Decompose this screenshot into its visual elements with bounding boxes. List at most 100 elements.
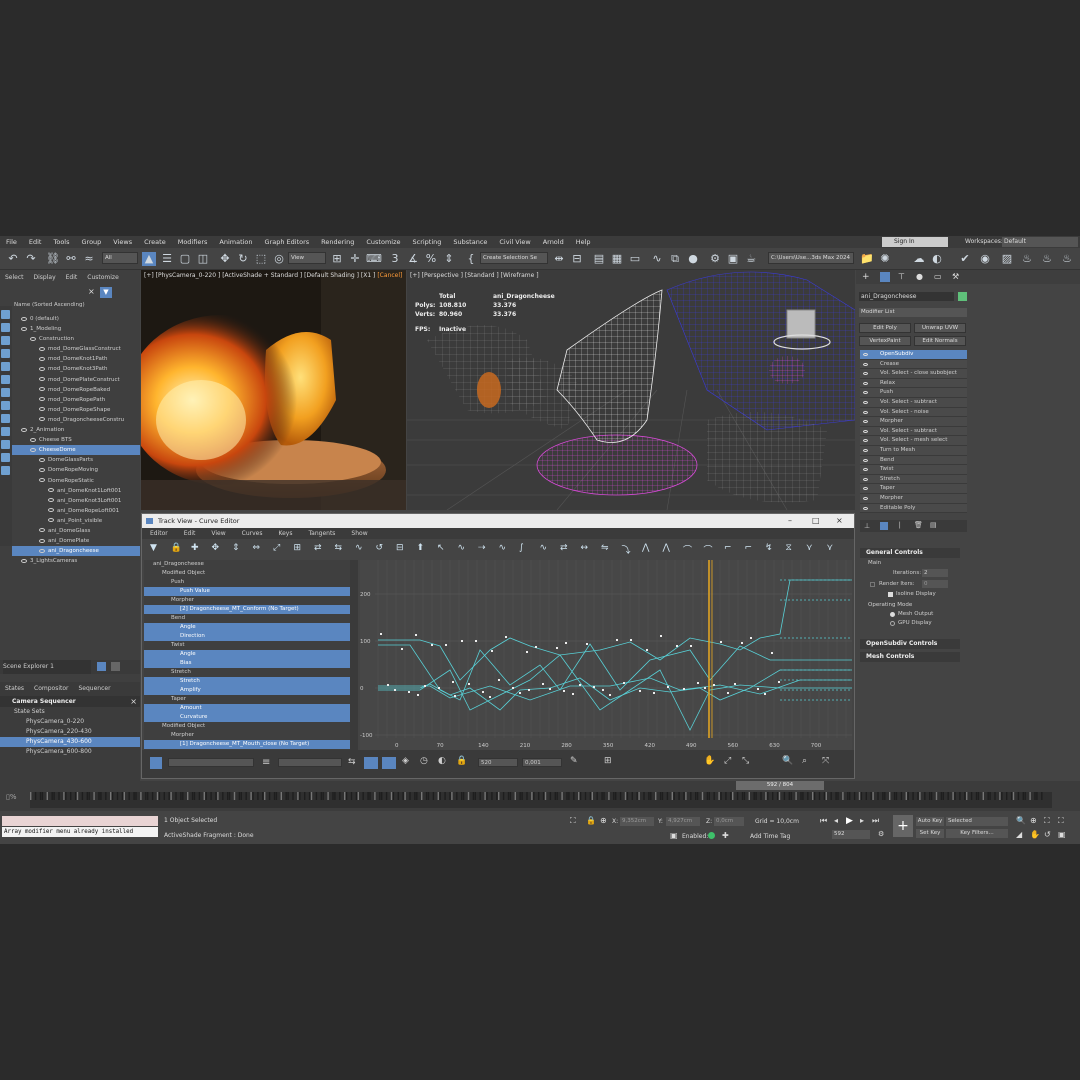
curve-tool-icon[interactable]: ⌒ <box>704 543 713 556</box>
track-key[interactable] <box>685 792 687 800</box>
selection-lock-icon[interactable]: 🔒 <box>586 816 596 825</box>
motion-tab-icon[interactable]: ● <box>916 272 923 281</box>
modifier-list-dropdown[interactable]: Modifier List <box>859 308 967 317</box>
track-key[interactable] <box>561 792 563 800</box>
track-key[interactable] <box>53 792 55 800</box>
track-key[interactable] <box>1029 792 1031 800</box>
track-key[interactable] <box>659 792 662 800</box>
track-key[interactable] <box>521 792 523 800</box>
track-key[interactable] <box>496 792 498 800</box>
visibility-eye-icon[interactable] <box>39 377 45 382</box>
track-key[interactable] <box>390 792 393 800</box>
key-point[interactable] <box>623 682 625 684</box>
track-key[interactable] <box>690 792 692 800</box>
track-key[interactable] <box>930 792 933 800</box>
key-point[interactable] <box>445 644 447 646</box>
track-key[interactable] <box>706 792 709 800</box>
track-key[interactable] <box>46 792 48 800</box>
track-key[interactable] <box>626 792 629 800</box>
track-key[interactable] <box>889 792 891 800</box>
modifier-stack-item[interactable]: Editable Poly <box>860 503 967 514</box>
key-point[interactable] <box>475 640 477 642</box>
configure-modifier-sets-icon[interactable]: ▤ <box>930 521 937 529</box>
track-key[interactable] <box>275 792 278 800</box>
modifier-stack-item[interactable]: Bend <box>860 455 967 466</box>
sequencer-tab-states[interactable]: States <box>0 685 29 692</box>
schematic-view-icon[interactable]: ⧉ <box>668 252 682 266</box>
track-key[interactable] <box>919 792 921 800</box>
curve-tool-icon[interactable]: ⊞ <box>294 543 302 553</box>
track-key[interactable] <box>268 792 271 800</box>
create-tab-icon[interactable]: + <box>862 272 870 282</box>
track-key[interactable] <box>404 792 406 800</box>
visibility-eye-icon[interactable] <box>48 488 54 493</box>
reference-coordinate-dropdown[interactable]: View <box>288 252 326 264</box>
maximize-icon[interactable]: □ <box>812 514 820 528</box>
track-key[interactable] <box>156 792 159 800</box>
controller-track[interactable]: Angle <box>144 650 350 659</box>
track-key[interactable] <box>959 792 961 800</box>
track-key[interactable] <box>884 792 886 800</box>
track-key[interactable] <box>74 792 77 800</box>
key-point[interactable] <box>630 639 632 641</box>
track-key[interactable] <box>825 792 827 800</box>
visibility-eye-icon[interactable] <box>48 508 54 513</box>
track-key[interactable] <box>579 792 582 800</box>
project-folder-icon[interactable]: 📁 <box>860 252 874 266</box>
display-helpers-icon[interactable] <box>1 362 10 371</box>
tree-row[interactable]: mod_DomeKnot3Path <box>12 364 140 374</box>
zoom-all-icon[interactable]: ⊕ <box>1030 816 1037 825</box>
track-name-field[interactable] <box>168 758 254 767</box>
track-key[interactable] <box>191 792 194 800</box>
state-sets-group[interactable]: State Sets <box>0 707 140 717</box>
auto-key-button[interactable]: Auto Key <box>916 817 944 826</box>
edit-poly-button[interactable]: Edit Poly <box>859 323 911 333</box>
time-configuration-icon[interactable]: ⚙ <box>878 830 884 838</box>
track-key[interactable] <box>437 792 439 800</box>
track-key[interactable] <box>507 792 510 800</box>
track-key[interactable] <box>701 792 704 800</box>
explorer-column-header[interactable]: Name (Sorted Ascending) <box>14 302 85 308</box>
modifier-toggle-icon[interactable] <box>863 506 868 510</box>
controller-track[interactable]: Stretch <box>144 668 350 677</box>
adaptive-degradation-icon[interactable]: ▣ <box>670 831 678 840</box>
pan-icon[interactable]: ⊞ <box>604 756 612 766</box>
display-groups-icon[interactable] <box>1 388 10 397</box>
key-point[interactable] <box>549 688 551 690</box>
select-by-name-icon[interactable]: ☰ <box>160 252 174 266</box>
modifier-stack-item[interactable]: Push <box>860 388 967 398</box>
curve-menu-tangents[interactable]: Tangents <box>300 530 343 537</box>
key-point[interactable] <box>565 642 567 644</box>
curve-tool-icon[interactable]: ⬆ <box>417 543 425 553</box>
track-key[interactable] <box>245 792 247 800</box>
unwrap-uvw-button[interactable]: Unwrap UVW <box>914 323 966 333</box>
track-key[interactable] <box>98 792 100 800</box>
curve-tool-icon[interactable]: ✥ <box>212 543 220 553</box>
track-key[interactable] <box>467 792 470 800</box>
display-shapes-icon[interactable] <box>1 323 10 332</box>
modifier-stack-item[interactable]: Relax <box>860 378 967 389</box>
track-key[interactable] <box>322 792 324 800</box>
tree-row[interactable]: ani_DomeGlass <box>12 526 140 536</box>
render-icon[interactable]: ☁ <box>912 252 926 266</box>
controller-track[interactable]: Modified Object <box>144 722 350 731</box>
track-key[interactable] <box>1036 792 1038 800</box>
display-all-icon[interactable] <box>1 466 10 475</box>
track-key[interactable] <box>409 792 411 800</box>
track-key[interactable] <box>250 792 252 800</box>
track-key[interactable] <box>970 792 973 800</box>
track-key[interactable] <box>905 792 907 800</box>
close-filter-icon[interactable]: × <box>88 287 97 296</box>
track-key[interactable] <box>273 792 276 800</box>
track-key[interactable] <box>661 792 664 800</box>
menu-item-views[interactable]: Views <box>107 238 138 246</box>
track-key[interactable] <box>790 792 792 800</box>
tree-row[interactable]: DomeRopeMoving <box>12 465 140 475</box>
track-key[interactable] <box>425 792 428 800</box>
track-key[interactable] <box>1017 792 1020 800</box>
track-key[interactable] <box>591 792 593 800</box>
track-key[interactable] <box>772 792 774 800</box>
track-key[interactable] <box>81 792 84 800</box>
track-key[interactable] <box>741 792 744 800</box>
track-key[interactable] <box>350 792 353 800</box>
